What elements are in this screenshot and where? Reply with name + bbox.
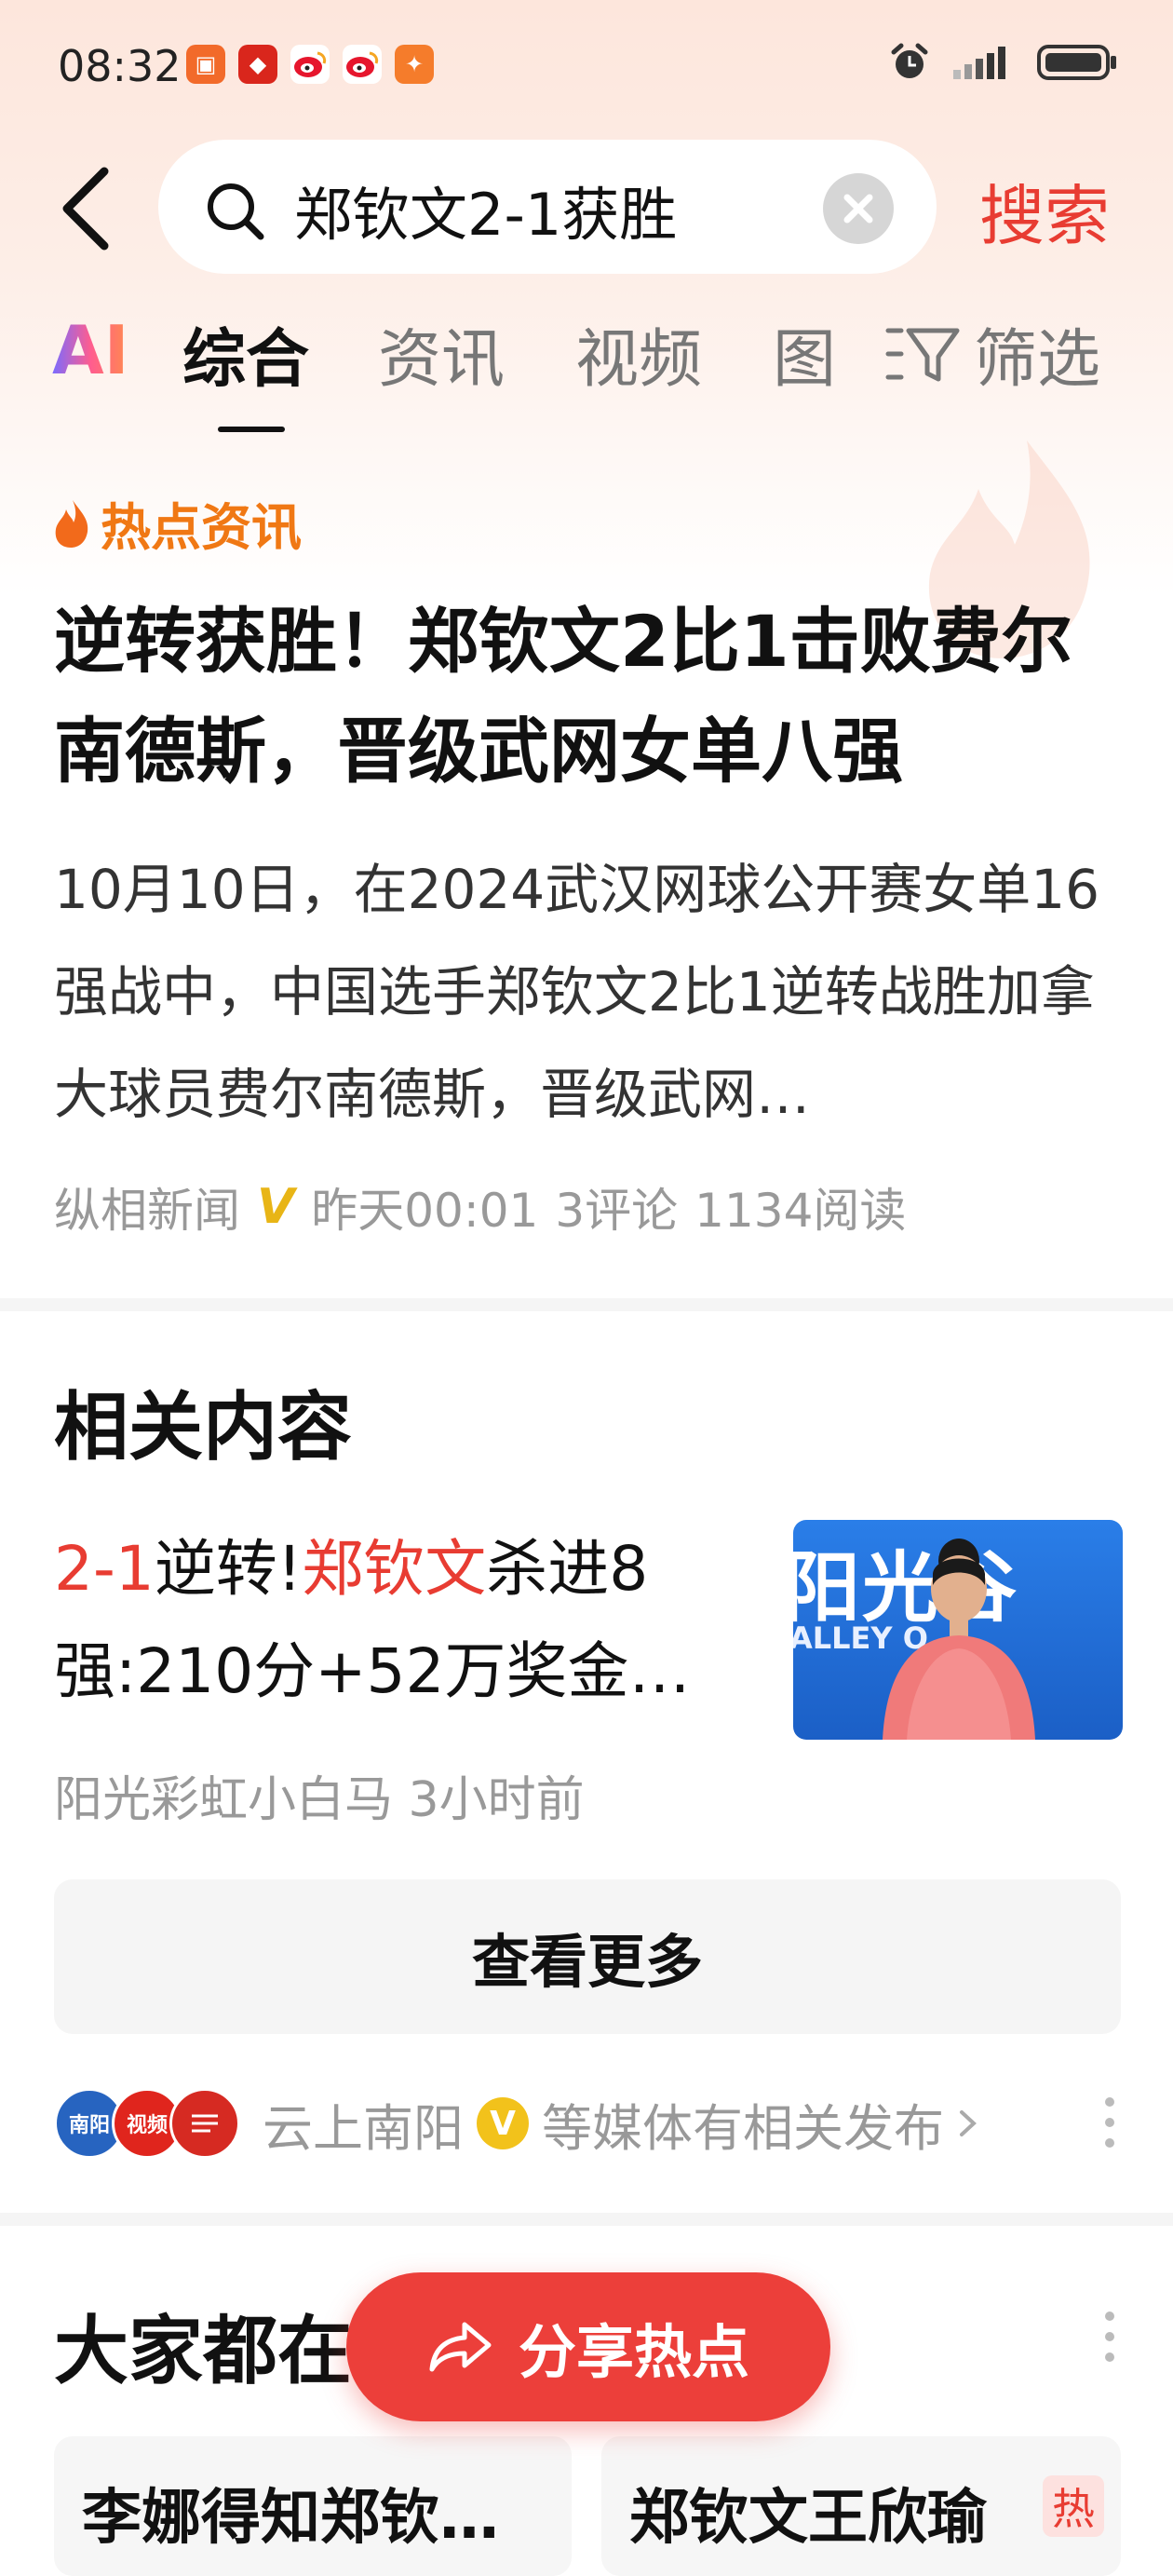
trending-search-text: 李娜得知郑钦…: [82, 2484, 499, 2553]
alarm-icon: [891, 43, 928, 78]
hot-badge: 热: [1043, 2475, 1104, 2537]
view-more-button[interactable]: 查看更多: [54, 1879, 1121, 2034]
search-submit-button[interactable]: 搜索: [979, 164, 1110, 258]
status-notification-icons: ▣ ◆ ✦: [186, 45, 434, 84]
more-options-icon[interactable]: [1104, 2097, 1115, 2148]
tab-images[interactable]: 图: [773, 307, 836, 400]
section-divider: [0, 2213, 1173, 2226]
share-hotspot-button[interactable]: 分享热点: [346, 2272, 830, 2421]
news-time: 昨天00:01: [311, 1184, 539, 1238]
flame-icon: [55, 499, 88, 548]
media-publish-row[interactable]: 南阳 视频 云上南阳 V 等媒体有相关发布: [54, 2086, 1125, 2161]
hot-news-tag: 热点资讯: [52, 486, 302, 560]
battery-icon: [1037, 45, 1116, 80]
search-input[interactable]: 郑钦文2-1获胜: [158, 140, 937, 274]
player-photo: [883, 1539, 1035, 1740]
search-icon: [208, 183, 264, 240]
tab-comprehensive[interactable]: 综合: [182, 307, 309, 400]
back-arrow-icon[interactable]: [54, 162, 128, 255]
related-item-thumbnail[interactable]: 阳光谷 ALLEY O: [793, 1520, 1123, 1740]
related-title-text-1: 逆转!: [154, 1533, 303, 1605]
tab-news[interactable]: 资讯: [378, 307, 505, 400]
verified-icon: V: [257, 1179, 295, 1235]
media-logo-3-mark: [192, 2114, 218, 2133]
weibo-notification-icon-2: [343, 45, 382, 84]
close-icon: [843, 194, 873, 224]
media-publish-text: 云上南阳 V 等媒体有相关发布: [263, 2087, 979, 2161]
hot-news-label: 热点资讯: [101, 498, 302, 557]
tab-ai[interactable]: AI: [52, 311, 129, 389]
trending-search-card[interactable]: 李娜得知郑钦…: [54, 2436, 572, 2576]
filter-icon: [885, 328, 960, 381]
app-notification-icon: ▣: [186, 45, 225, 84]
tab-filter-label: 筛选: [974, 323, 1101, 397]
trending-search-card[interactable]: 郑钦文王欣瑜 热: [601, 2436, 1121, 2576]
related-item-title[interactable]: 2-1逆转!郑钦文杀进8强:210分+52万奖金…: [54, 1518, 743, 1723]
news-headline[interactable]: 逆转获胜！郑钦文2比1击败费尔南德斯，晋级武网女单八强: [54, 587, 1134, 807]
chevron-right-icon: [960, 2110, 977, 2136]
tab-videos[interactable]: 视频: [575, 307, 702, 400]
signal-icon: [953, 47, 1005, 79]
result-tabs: AI 综合 资讯 视频 图 筛选: [0, 307, 1173, 438]
related-title-highlight-name: 郑钦文: [302, 1533, 487, 1605]
status-bar: 08:32 ▣ ◆ ✦: [0, 0, 1173, 130]
section-divider: [0, 1298, 1173, 1311]
media-logos: 南阳 视频: [54, 2088, 240, 2159]
share-button-label: 分享热点: [518, 2318, 749, 2386]
news-summary[interactable]: 10月10日，在2024武汉网球公开赛女单16强战中，中国选手郑钦文2比1逆转战…: [54, 838, 1125, 1146]
fitness-app-notification-icon: ✦: [395, 45, 434, 84]
status-time: 08:32: [58, 41, 182, 91]
tab-filter[interactable]: 筛选: [884, 307, 1100, 400]
weibo-notification-icon: [290, 45, 330, 84]
media-source-name: 云上南阳: [263, 2098, 464, 2158]
news-meta: 纵相新闻 V 昨天00:01 3评论 1134阅读: [54, 1173, 906, 1241]
news-reads: 1134阅读: [694, 1184, 907, 1238]
news-comments: 3评论: [555, 1184, 679, 1238]
more-options-icon[interactable]: [1104, 2312, 1115, 2362]
related-title-highlight-score: 2-1: [54, 1533, 155, 1605]
related-item-source: 阳光彩虹小白马 3小时前: [54, 1772, 585, 1828]
news-source[interactable]: 纵相新闻: [54, 1173, 240, 1241]
media-publish-suffix: 等媒体有相关发布: [542, 2098, 944, 2158]
verified-icon: V: [477, 2097, 529, 2149]
status-system-icons: [888, 41, 1117, 84]
clear-search-button[interactable]: [823, 173, 894, 244]
related-section-title: 相关内容: [54, 1384, 352, 1471]
trending-search-text: 郑钦文王欣瑜: [629, 2484, 987, 2553]
search-header: 郑钦文2-1获胜 搜索: [0, 140, 1173, 276]
share-icon: [429, 2322, 492, 2372]
active-tab-indicator: [218, 427, 285, 432]
media-logo-3: [169, 2088, 240, 2159]
news-app-notification-icon: ◆: [238, 45, 277, 84]
search-query-text[interactable]: 郑钦文2-1获胜: [294, 168, 677, 251]
